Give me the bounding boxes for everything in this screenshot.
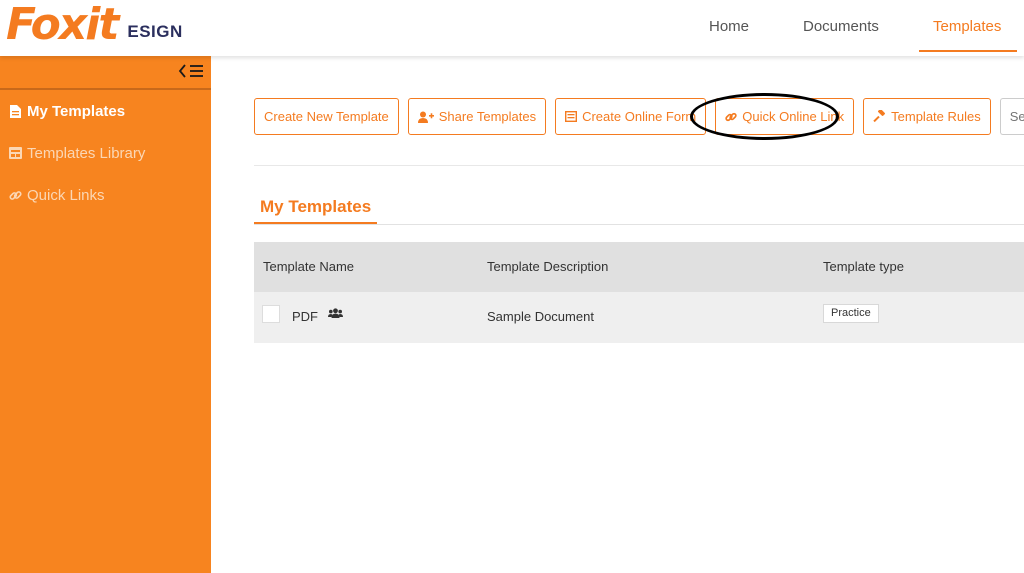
- row-checkbox[interactable]: [262, 305, 280, 323]
- gavel-icon: [873, 110, 886, 123]
- table-header: Template Name Template Description Templ…: [254, 242, 1024, 292]
- sidebar-item-quick-links[interactable]: Quick Links: [0, 174, 211, 216]
- library-icon: [8, 146, 22, 160]
- tab-my-templates[interactable]: My Templates: [254, 196, 378, 225]
- search-input[interactable]: [999, 98, 1024, 135]
- nav-documents[interactable]: Documents: [789, 0, 893, 52]
- section-divider: [254, 224, 1024, 225]
- sidebar-toggle-bar: [0, 56, 211, 90]
- sidebar: My Templates Templates Library Quick Lin…: [0, 56, 211, 573]
- button-label: Create New Template: [264, 109, 389, 124]
- nav-templates[interactable]: Templates: [919, 0, 1017, 52]
- user-plus-icon: [417, 111, 434, 123]
- toolbar-divider: [254, 165, 1024, 166]
- template-name[interactable]: PDF: [292, 292, 318, 342]
- button-label: Share Templates: [438, 109, 537, 124]
- template-type-badge: Practice: [823, 304, 879, 323]
- table-row[interactable]: PDF Sample Document Practice: [254, 292, 1024, 343]
- column-header-type[interactable]: Template type: [823, 242, 904, 292]
- sidebar-item-label: Quick Links: [27, 186, 105, 204]
- file-icon: [8, 104, 22, 118]
- sidebar-item-my-templates[interactable]: My Templates: [0, 90, 211, 132]
- button-label: Quick Online Link: [742, 109, 845, 124]
- create-online-form-button[interactable]: Create Online Form: [555, 98, 707, 135]
- create-new-template-button[interactable]: Create New Template: [254, 98, 399, 135]
- link-icon: [8, 188, 22, 202]
- foxit-logo[interactable]: Foxit ESIGN: [6, 2, 183, 48]
- template-rules-button[interactable]: Template Rules: [863, 98, 991, 135]
- button-label: Template Rules: [891, 109, 981, 124]
- template-description: Sample Document: [487, 309, 594, 324]
- templates-table: Template Name Template Description Templ…: [254, 242, 1024, 343]
- collapse-menu-icon[interactable]: [177, 63, 205, 84]
- quick-online-link-button[interactable]: Quick Online Link: [715, 98, 855, 135]
- sidebar-item-templates-library[interactable]: Templates Library: [0, 132, 211, 174]
- column-header-name[interactable]: Template Name: [263, 242, 354, 292]
- logo-subtitle: ESIGN: [127, 22, 183, 41]
- share-templates-button[interactable]: Share Templates: [407, 98, 547, 135]
- logo-wordmark: Foxit: [6, 0, 119, 50]
- link-icon: [725, 111, 737, 123]
- column-header-description[interactable]: Template Description: [487, 242, 608, 292]
- form-icon: [565, 111, 578, 122]
- sidebar-item-label: Templates Library: [27, 144, 146, 162]
- sidebar-item-label: My Templates: [27, 102, 126, 120]
- button-label: Create Online Form: [582, 109, 697, 124]
- top-header: Foxit ESIGN Home Documents Templates: [0, 0, 1024, 56]
- template-toolbar: Create New Template Share Templates Crea…: [254, 98, 1024, 135]
- nav-home-link[interactable]: Home: [695, 0, 763, 52]
- users-icon: [328, 306, 343, 321]
